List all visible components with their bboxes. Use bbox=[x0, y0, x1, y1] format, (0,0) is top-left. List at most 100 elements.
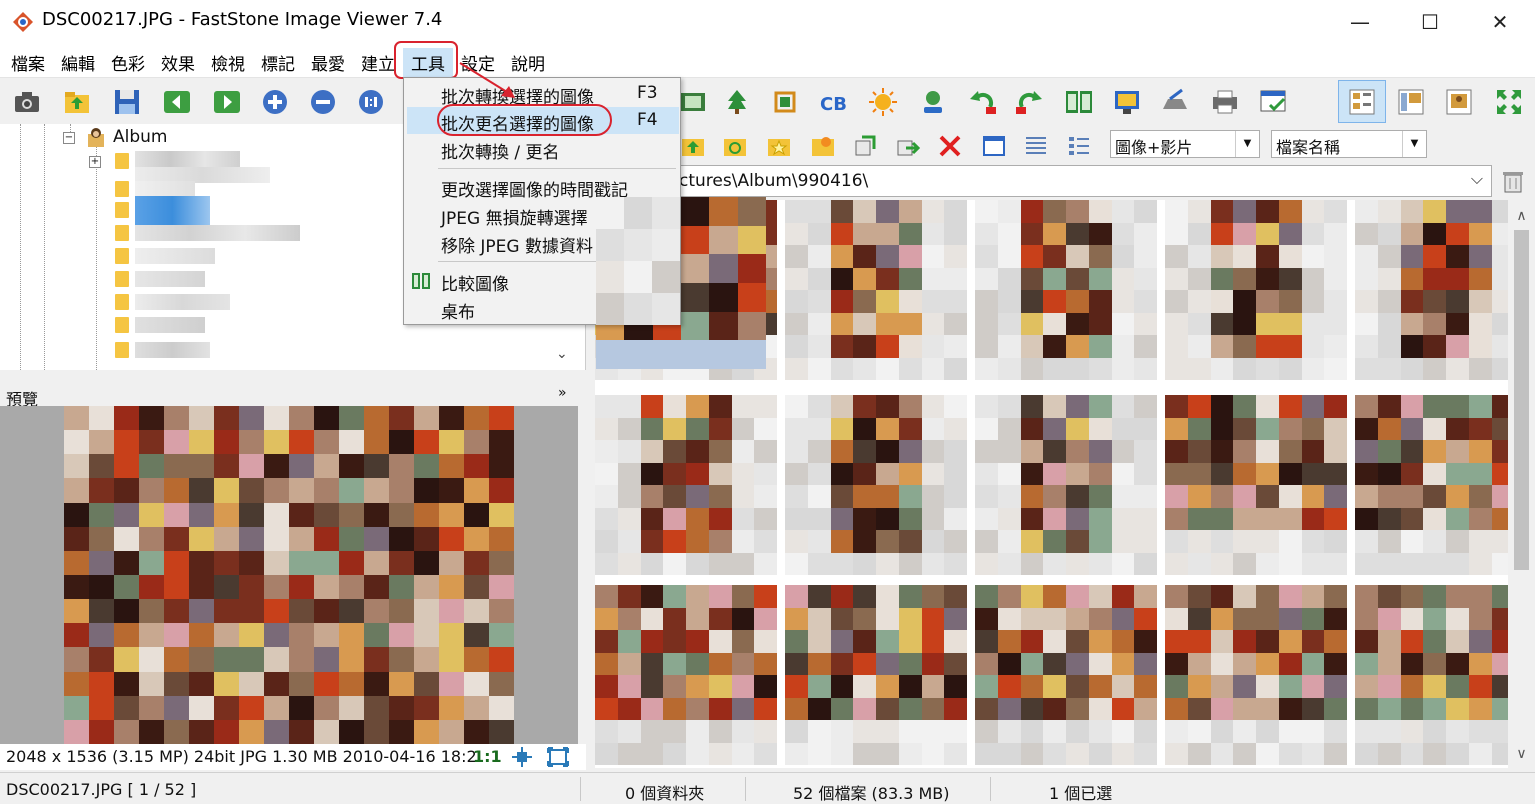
rotate-right-icon[interactable] bbox=[1014, 87, 1044, 117]
thumbnail-item[interactable] bbox=[1355, 395, 1508, 575]
zoom-ratio[interactable]: 1:1 bbox=[473, 747, 502, 766]
stamp-icon[interactable] bbox=[918, 87, 948, 117]
mosaic-cell bbox=[663, 485, 686, 508]
mosaic-cell bbox=[1377, 485, 1401, 508]
menu-tag[interactable]: 標記 bbox=[261, 50, 295, 75]
thumbnail-item[interactable] bbox=[1165, 200, 1347, 380]
next-icon[interactable] bbox=[212, 87, 242, 117]
copy-to-icon[interactable] bbox=[852, 133, 878, 159]
selected-folder-blurred[interactable] bbox=[135, 196, 210, 228]
settings-window-icon[interactable] bbox=[1258, 87, 1288, 117]
slideshow-icon[interactable] bbox=[678, 87, 708, 117]
thumbnail-item[interactable] bbox=[785, 585, 967, 765]
tree-album-label[interactable]: Album bbox=[113, 127, 167, 147]
blurred-folder-name[interactable] bbox=[135, 317, 205, 333]
thumbnail-item[interactable] bbox=[595, 585, 777, 765]
blurred-folder-name[interactable] bbox=[135, 294, 230, 310]
scroll-down-icon[interactable]: ∨ bbox=[1508, 746, 1535, 762]
cb-color-icon[interactable]: CB bbox=[818, 87, 848, 117]
blurred-folder-name[interactable] bbox=[135, 181, 195, 197]
trash-icon[interactable] bbox=[1500, 168, 1526, 194]
minimize-button[interactable]: — bbox=[1325, 0, 1395, 44]
list-view-icon[interactable] bbox=[1066, 133, 1092, 159]
mosaic-cell bbox=[139, 599, 164, 624]
title-bar: DSC00217.JPG - FastStone Image Viewer 7.… bbox=[0, 0, 1535, 44]
menu-color[interactable]: 色彩 bbox=[111, 50, 145, 75]
move-to-icon[interactable] bbox=[894, 133, 920, 159]
blurred-folder-name[interactable] bbox=[135, 151, 240, 167]
menu-effects[interactable]: 效果 bbox=[161, 50, 195, 75]
menu-file[interactable]: 檔案 bbox=[11, 50, 45, 75]
crop-icon[interactable] bbox=[770, 87, 800, 117]
path-address-bar[interactable]: ctures\Album\990416\ ⌵ bbox=[596, 165, 1492, 197]
sort-by-select[interactable]: 檔案名稱 ▼ bbox=[1271, 130, 1427, 158]
zoom-in-icon[interactable] bbox=[260, 87, 290, 117]
menu-change-timestamp[interactable]: 更改選擇圖像的時間戳記 bbox=[407, 173, 679, 201]
rotate-left-icon[interactable] bbox=[968, 87, 998, 117]
thumbnail-scrollbar[interactable]: ∧ ∨ bbox=[1508, 200, 1535, 768]
select-all-icon[interactable] bbox=[981, 133, 1007, 159]
thumbnail-item[interactable] bbox=[595, 395, 777, 575]
menu-view[interactable]: 檢視 bbox=[211, 50, 245, 75]
tree-export-icon[interactable] bbox=[722, 87, 752, 117]
grid-view-icon[interactable] bbox=[1023, 133, 1049, 159]
tree-expand-toggle[interactable]: + bbox=[89, 156, 101, 168]
layout-thumbs-icon[interactable] bbox=[1347, 87, 1377, 117]
scrollbar-thumb[interactable] bbox=[1514, 230, 1529, 570]
favorite-folder-icon[interactable] bbox=[766, 133, 792, 159]
menu-favorites[interactable]: 最愛 bbox=[311, 50, 345, 75]
blurred-folder-name[interactable] bbox=[135, 342, 210, 358]
new-folder-icon[interactable] bbox=[810, 133, 836, 159]
preview-image[interactable] bbox=[64, 406, 514, 744]
zoom-out-icon[interactable] bbox=[308, 87, 338, 117]
thumbnail-item[interactable] bbox=[975, 585, 1157, 765]
blurred-folder-name[interactable] bbox=[135, 225, 300, 241]
chevron-down-icon[interactable]: ⌄ bbox=[556, 346, 568, 362]
file-type-filter-select[interactable]: 圖像+影片 ▼ bbox=[1110, 130, 1260, 158]
thumbnail-item[interactable] bbox=[975, 200, 1157, 380]
actual-size-icon[interactable] bbox=[356, 87, 386, 117]
mosaic-cell bbox=[1043, 222, 1066, 245]
chevron-down-icon[interactable]: ⌵ bbox=[1471, 169, 1483, 189]
thumbnail-item[interactable] bbox=[1355, 585, 1508, 765]
menu-batch-convert[interactable]: 批次轉換選擇的圖像 F3 bbox=[407, 80, 679, 108]
mosaic-cell bbox=[389, 695, 414, 720]
delete-icon[interactable] bbox=[937, 133, 963, 159]
mosaic-cell bbox=[975, 200, 998, 223]
thumbnail-item[interactable] bbox=[1165, 585, 1347, 765]
refresh-folder-icon[interactable] bbox=[722, 133, 748, 159]
menu-create[interactable]: 建立 bbox=[361, 50, 395, 75]
blurred-folder-name[interactable] bbox=[135, 248, 215, 264]
tree-collapse-toggle[interactable]: − bbox=[63, 132, 75, 144]
blurred-folder-name[interactable] bbox=[135, 271, 205, 287]
wallpaper-icon[interactable] bbox=[1112, 87, 1142, 117]
mosaic-cell bbox=[1134, 222, 1157, 245]
compare-icon[interactable] bbox=[1064, 87, 1094, 117]
mosaic-cell bbox=[1468, 267, 1492, 290]
thumbnail-item[interactable] bbox=[785, 395, 967, 575]
menu-batch-convert-rename[interactable]: 批次轉換 / 更名 bbox=[407, 135, 679, 163]
thumbnail-item[interactable] bbox=[785, 200, 967, 380]
camera-icon[interactable] bbox=[12, 87, 42, 117]
thumbnail-item[interactable] bbox=[1165, 395, 1347, 575]
menu-edit[interactable]: 編輯 bbox=[61, 50, 95, 75]
thumbnail-item[interactable] bbox=[1355, 200, 1508, 380]
print-icon[interactable] bbox=[1210, 87, 1240, 117]
scroll-up-icon[interactable]: ∧ bbox=[1508, 208, 1535, 224]
thumbnail-item[interactable] bbox=[975, 395, 1157, 575]
layout-2-icon[interactable] bbox=[1396, 87, 1426, 117]
close-button[interactable]: ✕ bbox=[1465, 0, 1535, 44]
open-folder-icon[interactable] bbox=[62, 87, 92, 117]
collapse-preview-icon[interactable]: » bbox=[558, 385, 567, 401]
fit-icon[interactable] bbox=[511, 747, 533, 767]
up-folder-icon[interactable] bbox=[680, 133, 706, 159]
expand-icon[interactable] bbox=[547, 747, 569, 767]
maximize-button[interactable]: ☐ bbox=[1395, 0, 1465, 44]
save-icon[interactable] bbox=[112, 87, 142, 117]
sun-icon[interactable] bbox=[868, 87, 898, 117]
fullscreen-icon[interactable] bbox=[1494, 87, 1524, 117]
layout-3-icon[interactable] bbox=[1444, 87, 1474, 117]
scanner-icon[interactable] bbox=[1160, 87, 1190, 117]
previous-icon[interactable] bbox=[162, 87, 192, 117]
mosaic-cell bbox=[1400, 440, 1424, 463]
